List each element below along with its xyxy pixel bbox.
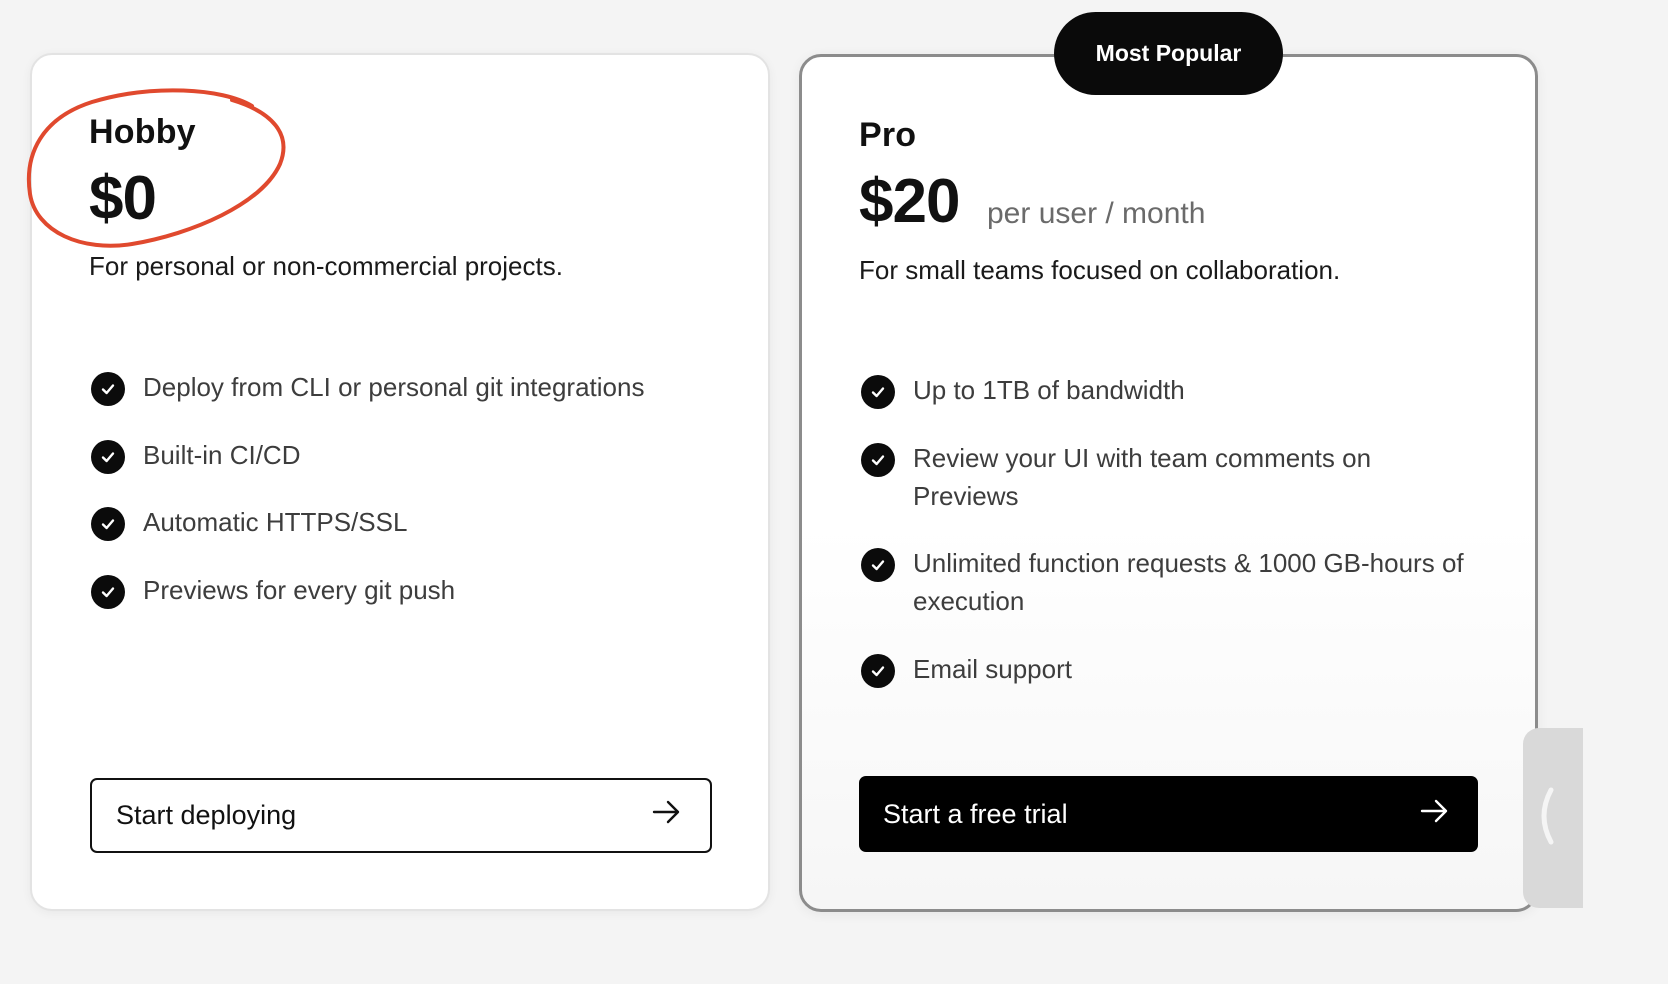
check-circle-icon (91, 575, 125, 609)
arrow-right-icon (1420, 798, 1450, 831)
plan-price: $20 (859, 167, 960, 236)
feature-text: Automatic HTTPS/SSL (143, 507, 408, 537)
check-circle-icon (861, 443, 895, 477)
feature-item: Up to 1TB of bandwidth (861, 374, 1481, 409)
feature-text: Deploy from CLI or personal git integrat… (143, 372, 645, 402)
check-circle-icon (861, 375, 895, 409)
price-unit: per user / month (987, 197, 1206, 230)
arrow-right-icon (652, 799, 682, 832)
check-circle-icon (861, 548, 895, 582)
side-panel-tab[interactable] (1523, 728, 1583, 908)
plan-card-pro: Pro $20 per user / month For small teams… (799, 54, 1538, 912)
check-circle-icon (91, 507, 125, 541)
button-label: Start a free trial (883, 798, 1068, 829)
check-circle-icon (91, 372, 125, 406)
feature-item: Built-in CI/CD (91, 439, 731, 474)
feature-item: Deploy from CLI or personal git integrat… (91, 371, 731, 406)
plan-name: Hobby (89, 113, 196, 151)
check-circle-icon (861, 654, 895, 688)
check-circle-icon (91, 440, 125, 474)
start-deploying-button[interactable]: Start deploying (90, 778, 712, 853)
feature-item: Review your UI with team comments on Pre… (861, 442, 1471, 515)
feature-item: Previews for every git push (91, 574, 731, 609)
start-free-trial-button[interactable]: Start a free trial (859, 776, 1478, 852)
plan-name: Pro (859, 116, 917, 154)
plan-card-hobby: Hobby $0 For personal or non-commercial … (30, 53, 770, 911)
feature-text: Unlimited function requests & 1000 GB-ho… (913, 548, 1464, 616)
feature-text: Built-in CI/CD (143, 440, 301, 470)
feature-text: Email support (913, 654, 1072, 684)
most-popular-badge: Most Popular (1054, 12, 1283, 95)
feature-item: Automatic HTTPS/SSL (91, 506, 731, 541)
plan-description: For small teams focused on collaboration… (859, 255, 1341, 285)
button-label: Start deploying (116, 800, 297, 830)
chevron-left-icon (1535, 786, 1555, 851)
feature-item: Unlimited function requests & 1000 GB-ho… (861, 547, 1481, 620)
feature-text: Up to 1TB of bandwidth (913, 375, 1185, 405)
plan-price: $0 (89, 164, 157, 233)
feature-text: Review your UI with team comments on Pre… (913, 443, 1372, 511)
feature-item: Email support (861, 653, 1481, 688)
feature-text: Previews for every git push (143, 575, 456, 605)
plan-description: For personal or non-commercial projects. (89, 251, 563, 281)
